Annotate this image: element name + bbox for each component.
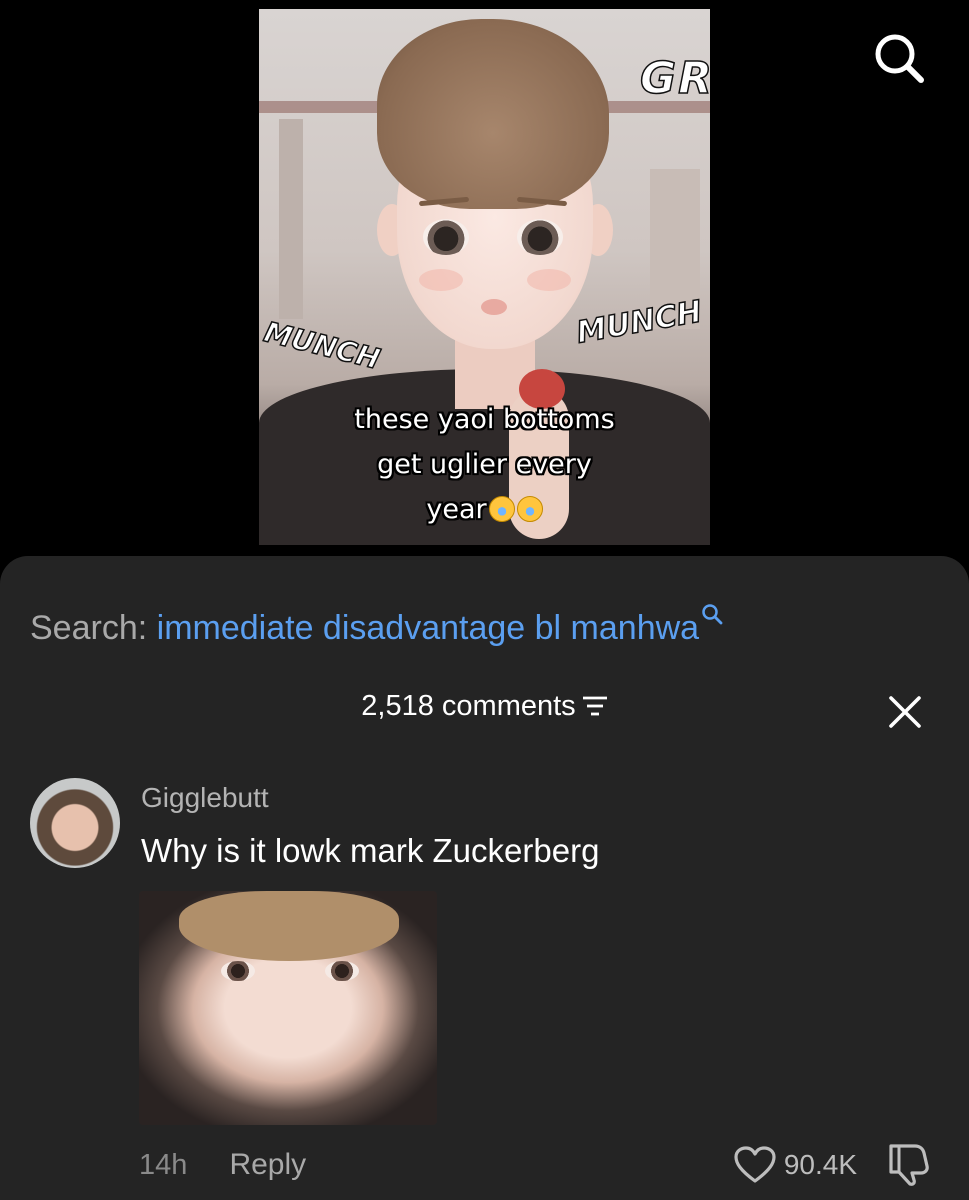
like-count: 90.4K [783, 1149, 857, 1180]
search-icon[interactable] [871, 30, 927, 86]
reply-button[interactable]: Reply [229, 1148, 306, 1181]
video-player[interactable]: GR MUNCH MUNCH these yaoi bottoms get ug… [259, 9, 710, 545]
video-caption: these yaoi bottoms get uglier every year [259, 397, 710, 532]
dislike-icon[interactable] [885, 1142, 931, 1186]
comment-username[interactable]: Gigglebutt [141, 782, 269, 814]
character-eye-left [423, 219, 469, 255]
comment-image[interactable] [139, 891, 437, 1125]
sfx-text-right: MUNCH [573, 294, 705, 352]
screen: GR MUNCH MUNCH these yaoi bottoms get ug… [0, 0, 969, 1200]
search-term-link[interactable]: immediate disadvantage bl manhwa [157, 609, 699, 647]
sort-icon[interactable] [582, 692, 608, 716]
caption-line-3-wrap: year [259, 487, 710, 532]
photo-eye-left [221, 961, 255, 981]
background-post [279, 119, 303, 319]
close-icon[interactable] [887, 694, 923, 730]
comments-sheet: Search: immediate disadvantage bl manhwa… [0, 556, 969, 1200]
character-cheek-right [527, 269, 571, 291]
search-icon [701, 594, 723, 625]
comment-time: 14h [139, 1149, 188, 1181]
avatar[interactable] [30, 778, 120, 868]
heart-icon [734, 1146, 776, 1183]
character-cheek-left [419, 269, 463, 291]
like-button[interactable]: 90.4K [734, 1146, 857, 1184]
photo-eye-right [325, 961, 359, 981]
sfx-text-left: MUNCH [260, 314, 384, 376]
sfx-text-top: GR [639, 52, 710, 105]
character-mouth [481, 299, 507, 315]
caption-line-3: year [426, 494, 487, 525]
caption-line-2: get uglier every [377, 449, 592, 480]
comments-header: 2,518 comments [0, 690, 969, 723]
comments-count: 2,518 comments [361, 690, 576, 722]
comment-meta: 14h Reply [139, 1148, 306, 1182]
comment-text: Why is it lowk mark Zuckerberg [141, 832, 600, 869]
search-label: Search: [30, 609, 148, 647]
related-search[interactable]: Search: immediate disadvantage bl manhwa [30, 594, 723, 648]
character-hair [377, 19, 609, 209]
crying-face-emoji-icon [488, 496, 515, 522]
photo-hair [179, 891, 399, 961]
crying-face-emoji-icon [516, 496, 543, 522]
caption-line-1: these yaoi bottoms [354, 404, 615, 435]
character-eye-right [517, 219, 563, 255]
